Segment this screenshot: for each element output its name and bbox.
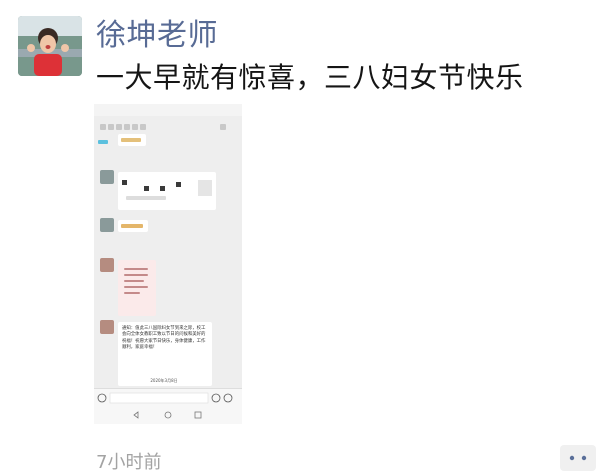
message-bubble <box>118 172 216 210</box>
status-bar <box>94 104 242 116</box>
avatar-photo <box>18 16 82 76</box>
more-actions-button[interactable] <box>560 445 596 471</box>
image-icon <box>116 124 122 130</box>
text-message: 通知：值此三八国际妇女节到来之际，校工会向全体女教职工致以节日的问候和美好的祝福… <box>118 322 212 386</box>
menu-icon <box>108 124 114 130</box>
post-image[interactable]: 通知：值此三八国际妇女节到来之际，校工会向全体女教职工致以节日的问候和美好的祝福… <box>94 104 242 424</box>
avatar <box>100 170 114 184</box>
nav-bar <box>94 406 242 424</box>
image-message <box>118 260 156 316</box>
message-bubble <box>118 220 148 232</box>
message-date: 2020年3月8日 <box>150 378 178 383</box>
post-text: 一大早就有惊喜，三八妇女节快乐 <box>96 61 524 94</box>
post-time: 7小时前 <box>96 452 162 473</box>
crop-icon <box>140 124 146 130</box>
author-name[interactable]: 徐坤老师 <box>96 10 218 54</box>
avatar <box>100 258 114 272</box>
input-bar <box>94 388 242 406</box>
more-icon <box>220 124 226 130</box>
avatar <box>100 218 114 232</box>
back-icon <box>100 124 106 130</box>
image-placeholder <box>98 140 108 144</box>
edit-icon <box>124 124 130 130</box>
text-icon <box>132 124 138 130</box>
more-dots-icon <box>569 455 587 461</box>
message-text: 通知：值此三八国际妇女节到来之际，校工会向全体女教职工致以节日的问候和美好的祝福… <box>122 326 206 350</box>
avatar <box>100 320 114 334</box>
message-bubble <box>118 134 146 146</box>
avatar[interactable] <box>18 16 82 76</box>
